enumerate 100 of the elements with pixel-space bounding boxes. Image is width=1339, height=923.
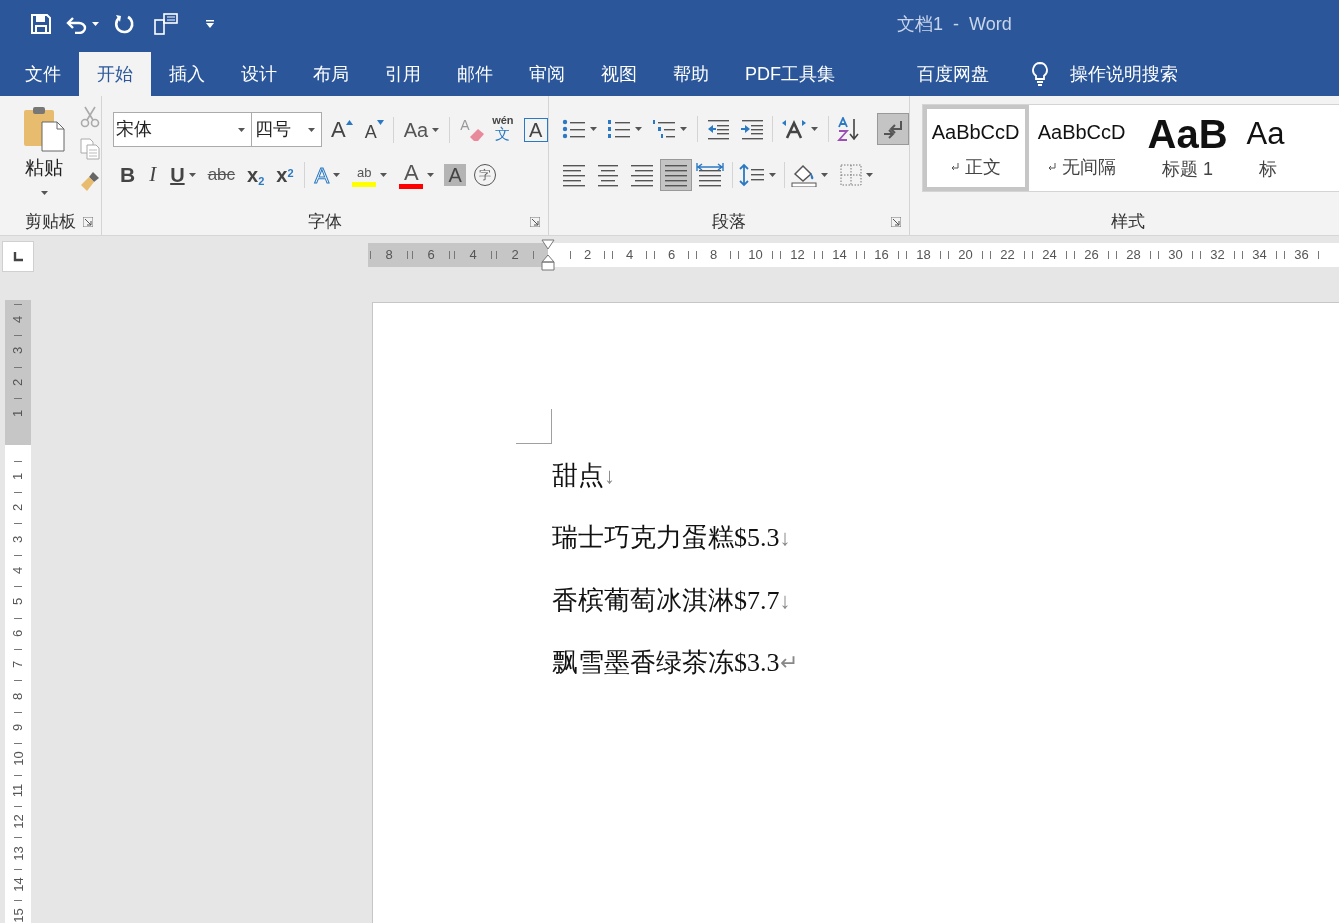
paste-button[interactable]: 粘贴 xyxy=(20,106,68,209)
ruler-number: 4 xyxy=(11,315,25,324)
increase-indent-icon[interactable] xyxy=(739,118,764,140)
highlight-button[interactable]: ab xyxy=(350,163,390,187)
paragraph-return-icon xyxy=(950,163,959,171)
decrease-indent-icon[interactable] xyxy=(705,118,730,140)
ruler-number: 16 xyxy=(874,246,889,265)
touch-mode-icon[interactable] xyxy=(153,12,179,36)
dropdown-caret-icon[interactable] xyxy=(865,173,873,177)
dropdown-caret-icon[interactable] xyxy=(40,190,48,195)
bullets-button[interactable] xyxy=(561,118,599,140)
ruler-number: 3 xyxy=(11,535,25,543)
bold-button[interactable]: B xyxy=(118,159,138,191)
ruler-number: 4 xyxy=(625,246,634,265)
group-label: 剪贴板 xyxy=(25,211,76,234)
ruler-number: 2 xyxy=(511,246,519,265)
line-spacing-button[interactable] xyxy=(738,163,778,187)
ribbon-tab[interactable]: 文件 xyxy=(7,52,79,96)
ribbon-tab[interactable]: 帮助 xyxy=(655,52,727,96)
ribbon-tab[interactable]: 审阅 xyxy=(511,52,583,96)
dialog-launcher-icon[interactable] xyxy=(83,217,93,227)
format-painter-icon[interactable] xyxy=(79,170,101,192)
undo-icon[interactable] xyxy=(66,14,88,34)
ribbon-tab[interactable]: 百度网盘 xyxy=(899,52,1007,96)
change-case-button[interactable]: Aa xyxy=(399,114,444,145)
dropdown-caret-icon[interactable] xyxy=(92,22,99,26)
dropdown-caret-icon[interactable] xyxy=(820,173,828,177)
font-color-button[interactable]: A xyxy=(397,161,437,189)
dropdown-caret-icon[interactable] xyxy=(768,173,776,177)
ruler-number: 1 xyxy=(11,472,25,480)
dropdown-caret-icon[interactable] xyxy=(432,127,440,132)
redo-icon[interactable] xyxy=(113,13,135,35)
search-placeholder: 操作说明搜索 xyxy=(1070,62,1178,86)
style-item[interactable]: AaBbCcD 无间隔 xyxy=(1028,105,1135,191)
dropdown-caret-icon[interactable] xyxy=(427,173,435,177)
dropdown-caret-icon[interactable] xyxy=(810,127,818,131)
italic-button[interactable]: I xyxy=(145,159,161,191)
style-preview: AaBbCcD xyxy=(1037,119,1126,145)
dropdown-caret-icon[interactable] xyxy=(679,127,687,131)
superscript-button[interactable]: x$^{2}$ xyxy=(274,160,296,190)
ribbon-tab[interactable]: 视图 xyxy=(583,52,655,96)
borders-icon xyxy=(839,164,862,186)
style-name: 标 xyxy=(1258,157,1277,181)
formatting-mark: ↵ xyxy=(779,649,798,678)
ruler-number: 24 xyxy=(1042,246,1057,265)
ruler-number: 10 xyxy=(748,246,763,265)
dropdown-caret-icon[interactable] xyxy=(188,173,196,177)
ruler-number: 18 xyxy=(916,246,931,265)
subscript-button[interactable]: x$_{2}$ xyxy=(245,160,267,190)
customize-caret-icon[interactable] xyxy=(205,20,215,28)
dropdown-caret-icon[interactable] xyxy=(589,127,597,131)
ribbon-tab[interactable]: PDF工具集 xyxy=(727,52,853,96)
ribbon-tab[interactable]: 开始 xyxy=(79,52,151,96)
ruler-number: 12 xyxy=(11,814,25,829)
dropdown-caret-icon[interactable] xyxy=(634,127,642,131)
shrink-font-button[interactable]: A xyxy=(361,114,387,145)
character-border-button[interactable]: A xyxy=(523,117,548,142)
ruler-number: 12 xyxy=(790,246,805,265)
show-marks-button[interactable] xyxy=(876,113,909,145)
ribbon-tab[interactable]: 插入 xyxy=(151,52,223,96)
dialog-launcher-icon[interactable] xyxy=(529,217,540,227)
ribbon-tab[interactable]: 布局 xyxy=(295,52,367,96)
ribbon-tab[interactable]: 邮件 xyxy=(439,52,511,96)
font-size-field[interactable]: 四号 xyxy=(252,112,322,147)
ribbon-tab[interactable]: 设计 xyxy=(223,52,295,96)
paragraph-mark-icon xyxy=(881,119,904,139)
dialog-launcher-icon[interactable] xyxy=(890,217,901,227)
phonetic-guide-button[interactable]: wén 文 xyxy=(492,114,514,145)
ruler-number: 4 xyxy=(11,566,25,575)
shading-button[interactable] xyxy=(790,163,830,187)
body-text: 香槟葡萄冰淇淋$7.7 xyxy=(552,584,780,617)
dropdown-caret-icon[interactable] xyxy=(333,173,341,177)
style-preview: AaBbCcD xyxy=(931,119,1020,145)
align-lines-icon xyxy=(695,162,724,188)
style-item[interactable]: AaB 标题 1 xyxy=(1134,105,1241,191)
style-item[interactable]: Aa 标 xyxy=(1240,105,1339,191)
body-text: 飘雪墨香绿茶冻$3.3 xyxy=(552,647,780,680)
ribbon-tab[interactable]: 引用 xyxy=(367,52,439,96)
ruler-number: 32 xyxy=(1210,246,1225,265)
save-icon[interactable] xyxy=(30,13,52,35)
sort-icon[interactable] xyxy=(836,117,861,141)
tell-me-search[interactable]: 操作说明搜索 xyxy=(1031,52,1186,96)
style-preview: Aa xyxy=(1245,114,1285,153)
character-shading-button[interactable]: A xyxy=(444,164,467,186)
ruler-number: 7 xyxy=(11,661,25,669)
line-spacing-icon xyxy=(738,163,765,187)
indent-marker-icon[interactable] xyxy=(541,239,555,273)
tab-selector[interactable] xyxy=(2,241,34,272)
grow-font-button[interactable]: A xyxy=(328,114,356,145)
asian-layout-button[interactable] xyxy=(780,119,820,139)
font-name-field[interactable]: 宋体 xyxy=(113,112,252,147)
style-name: 正文 xyxy=(964,155,1001,179)
strikethrough-button[interactable]: abc xyxy=(205,162,238,188)
ruler-number: 22 xyxy=(1000,246,1015,265)
justify-button[interactable] xyxy=(659,159,692,191)
bullet-list-icon xyxy=(561,118,586,140)
underline-button[interactable]: U xyxy=(168,160,198,190)
dropdown-caret-icon[interactable] xyxy=(380,173,388,177)
style-item[interactable]: AaBbCcD 正文 xyxy=(922,105,1029,191)
group-label: 字体 xyxy=(307,211,342,234)
